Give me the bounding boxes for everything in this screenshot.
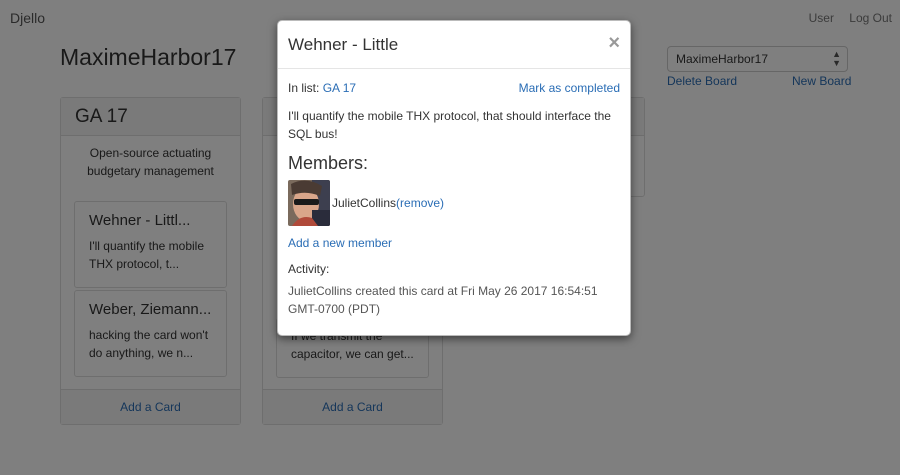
card-description[interactable]: I'll quantify the mobile THX protocol, t… [288,107,620,143]
add-member-row: Add a new member [288,236,620,250]
modal-body: In list: GA 17 Mark as completed I'll qu… [278,69,630,330]
activity-entry: JulietCollins created this card at Fri M… [288,284,598,316]
card-modal: Wehner - Little × In list: GA 17 Mark as… [277,20,631,336]
member-name: JulietCollins [332,196,397,210]
activity-heading: Activity: [288,262,330,276]
avatar [288,180,330,226]
remove-member-link[interactable]: (remove) [396,196,444,210]
members-heading: Members: [288,153,369,173]
in-list-link[interactable]: GA 17 [323,81,356,95]
modal-title: Wehner - Little [288,35,399,54]
modal-header: Wehner - Little × [278,21,630,69]
mark-completed-link[interactable]: Mark as completed [519,81,620,95]
avatar-photo-icon [288,180,330,226]
add-member-link[interactable]: Add a new member [288,236,392,250]
in-list-row: In list: GA 17 Mark as completed [288,81,620,99]
close-icon[interactable]: × [608,33,620,53]
in-list-label: In list: [288,81,320,95]
member-row: JulietCollins (remove) [288,180,620,226]
